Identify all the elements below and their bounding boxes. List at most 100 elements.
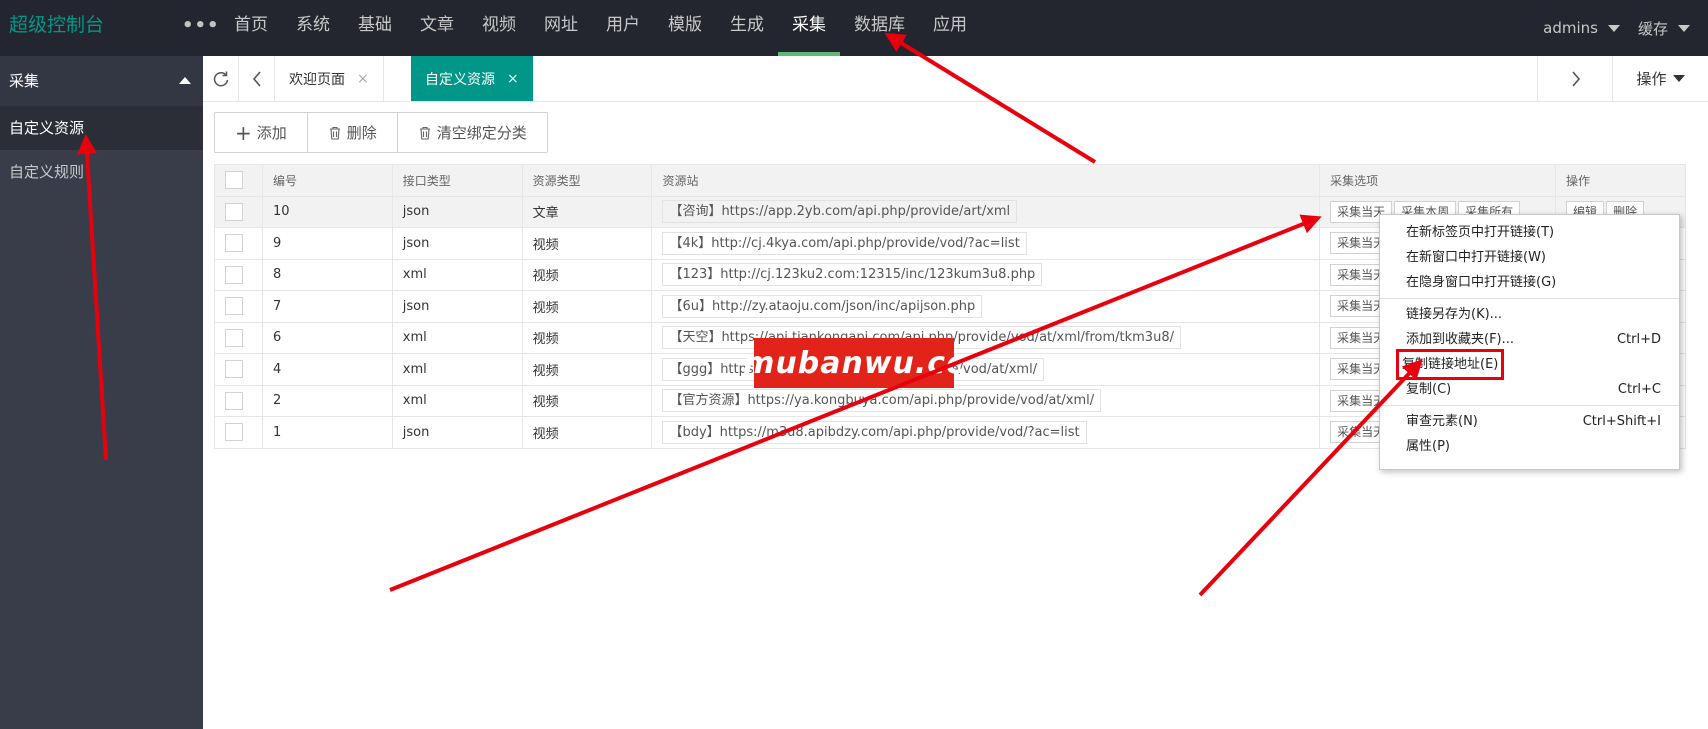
caret-down-icon xyxy=(1607,24,1620,32)
sidebar-item-custom-rule[interactable]: 自定义规则 xyxy=(0,150,203,194)
nav-item-apps[interactable]: 应用 xyxy=(919,0,981,56)
delete-label: 删除 xyxy=(346,124,377,142)
menu-item-label: 在隐身窗口中打开链接(G) xyxy=(1406,275,1557,290)
cache-menu[interactable]: 缓存 xyxy=(1638,18,1690,39)
sidebar: 采集 自定义资源 自定义规则 xyxy=(0,56,203,729)
cell-api-type: xml xyxy=(391,384,523,417)
row-checkbox[interactable] xyxy=(225,265,243,284)
menu-item-label: 添加到收藏夹(F)... xyxy=(1406,332,1515,347)
nav-item-video[interactable]: 视频 xyxy=(468,0,530,56)
operations-label: 操作 xyxy=(1636,70,1667,88)
sidebar-item-custom-resource[interactable]: 自定义资源 xyxy=(0,106,203,150)
nav-item-home[interactable]: 首页 xyxy=(220,0,282,56)
cell-api-type: json xyxy=(391,195,523,228)
cell-resource-type: 视频 xyxy=(521,321,653,354)
nav-item-database[interactable]: 数据库 xyxy=(840,0,919,56)
tab-welcome[interactable]: 欢迎页面 × xyxy=(275,56,384,101)
nav-item-collect[interactable]: 采集 xyxy=(778,0,840,56)
tab-scroll-left-button[interactable] xyxy=(239,56,275,101)
menu-divider xyxy=(1380,298,1679,299)
resource-site-link[interactable]: 【6u】http://zy.ataoju.com/json/inc/apijso… xyxy=(662,294,983,318)
row-select-cell xyxy=(214,416,263,449)
cache-label: 缓存 xyxy=(1637,19,1668,38)
row-select-cell xyxy=(214,353,263,386)
top-right-menu: admins 缓存 xyxy=(1543,0,1708,56)
resource-site-link[interactable]: 【4k】http://cj.4kya.com/api.php/provide/v… xyxy=(662,231,1027,255)
app-title[interactable]: 超级控制台 xyxy=(9,0,104,56)
context-copy[interactable]: 复制(C) Ctrl+C xyxy=(1380,377,1679,402)
nav-item-generate[interactable]: 生成 xyxy=(716,0,778,56)
context-copy-link-address[interactable]: 复制链接地址(E) xyxy=(1380,349,1679,380)
resource-site-link[interactable]: 【123】http://cj.123ku2.com:12315/inc/123k… xyxy=(662,263,1043,287)
tab-label: 自定义资源 xyxy=(425,71,495,88)
row-checkbox[interactable] xyxy=(225,234,243,253)
row-checkbox[interactable] xyxy=(225,328,243,347)
cell-resource-site: 【4k】http://cj.4kya.com/api.php/provide/v… xyxy=(651,227,1321,260)
nav-item-system[interactable]: 系统 xyxy=(282,0,344,56)
tab-scroll-right-button[interactable] xyxy=(1537,56,1613,101)
context-add-favorite[interactable]: 添加到收藏夹(F)... Ctrl+D xyxy=(1380,327,1679,352)
select-all-checkbox[interactable] xyxy=(225,171,243,190)
context-properties[interactable]: 属性(P) xyxy=(1380,434,1679,459)
refresh-button[interactable] xyxy=(203,56,239,101)
context-save-link-as[interactable]: 链接另存为(K)... xyxy=(1380,302,1679,327)
column-header-actions: 操作 xyxy=(1555,164,1686,197)
cell-api-type: json xyxy=(391,290,523,323)
menu-item-label: 在新标签页中打开链接(T) xyxy=(1406,225,1555,240)
row-select-cell xyxy=(214,195,263,228)
trash-icon xyxy=(419,126,430,140)
trash-icon xyxy=(329,126,340,140)
context-open-new-window[interactable]: 在新窗口中打开链接(W) xyxy=(1380,245,1679,270)
menu-item-label: 链接另存为(K)... xyxy=(1406,307,1503,322)
context-open-new-tab[interactable]: 在新标签页中打开链接(T) xyxy=(1380,220,1679,245)
refresh-icon xyxy=(213,71,228,86)
row-checkbox[interactable] xyxy=(225,202,243,221)
row-select-cell xyxy=(214,258,263,291)
nav-item-article[interactable]: 文章 xyxy=(406,0,468,56)
more-menu-button[interactable]: ••• xyxy=(182,0,220,56)
menu-item-label: 复制链接地址(E) xyxy=(1395,349,1505,380)
cell-resource-site: 【123】http://cj.123ku2.com:12315/inc/123k… xyxy=(651,258,1321,291)
tab-custom-resource[interactable]: 自定义资源 × xyxy=(411,56,533,101)
resource-site-link[interactable]: 【咨询】https://app.2yb.com/api.php/provide/… xyxy=(662,200,1018,224)
close-icon[interactable]: × xyxy=(357,71,369,87)
caret-down-icon xyxy=(1678,24,1690,32)
menu-item-shortcut: Ctrl+C xyxy=(1617,382,1661,397)
cell-id: 10 xyxy=(261,195,393,228)
cell-resource-type: 视频 xyxy=(521,258,653,291)
row-checkbox[interactable] xyxy=(225,297,243,316)
nav-item-website[interactable]: 网址 xyxy=(530,0,592,56)
cell-resource-site: 【bdy】https://m3u8.apibdzy.com/api.php/pr… xyxy=(651,416,1321,449)
context-inspect-element[interactable]: 审查元素(N) Ctrl+Shift+I xyxy=(1380,409,1679,434)
add-label: 添加 xyxy=(256,124,287,142)
cell-api-type: xml xyxy=(391,258,523,291)
resource-site-link[interactable]: 【bdy】https://m3u8.apibdzy.com/api.php/pr… xyxy=(662,420,1087,444)
cell-api-type: json xyxy=(391,227,523,260)
nav-item-user[interactable]: 用户 xyxy=(592,0,654,56)
action-toolbar: + 添加 删除 清空绑定分类 xyxy=(214,112,548,153)
clear-binding-button[interactable]: 清空绑定分类 xyxy=(397,113,547,152)
row-select-cell xyxy=(214,290,263,323)
row-checkbox[interactable] xyxy=(225,391,243,410)
cell-resource-type: 视频 xyxy=(521,416,653,449)
column-header-resource-site: 资源站 xyxy=(651,164,1321,197)
nav-item-basic[interactable]: 基础 xyxy=(344,0,406,56)
add-button[interactable]: + 添加 xyxy=(215,113,308,152)
tab-operations-button[interactable]: 操作 xyxy=(1612,56,1708,101)
row-checkbox[interactable] xyxy=(225,360,243,379)
menu-item-label: 审查元素(N) xyxy=(1406,414,1478,429)
cell-resource-type: 视频 xyxy=(521,227,653,260)
cell-api-type: xml xyxy=(391,353,523,386)
nav-item-template[interactable]: 模版 xyxy=(654,0,716,56)
row-select-cell xyxy=(214,321,263,354)
context-open-incognito[interactable]: 在隐身窗口中打开链接(G) xyxy=(1380,270,1679,295)
row-select-cell xyxy=(214,227,263,260)
user-menu[interactable]: admins xyxy=(1543,19,1620,37)
plus-icon: + xyxy=(235,120,252,145)
menu-item-label: 属性(P) xyxy=(1406,439,1450,454)
sidebar-section-collect[interactable]: 采集 xyxy=(0,56,203,106)
close-icon[interactable]: × xyxy=(507,71,519,87)
resource-site-link[interactable]: 【官方资源】https://ya.kongbuya.com/api.php/pr… xyxy=(662,389,1102,413)
delete-button[interactable]: 删除 xyxy=(307,113,398,152)
row-checkbox[interactable] xyxy=(225,423,243,442)
